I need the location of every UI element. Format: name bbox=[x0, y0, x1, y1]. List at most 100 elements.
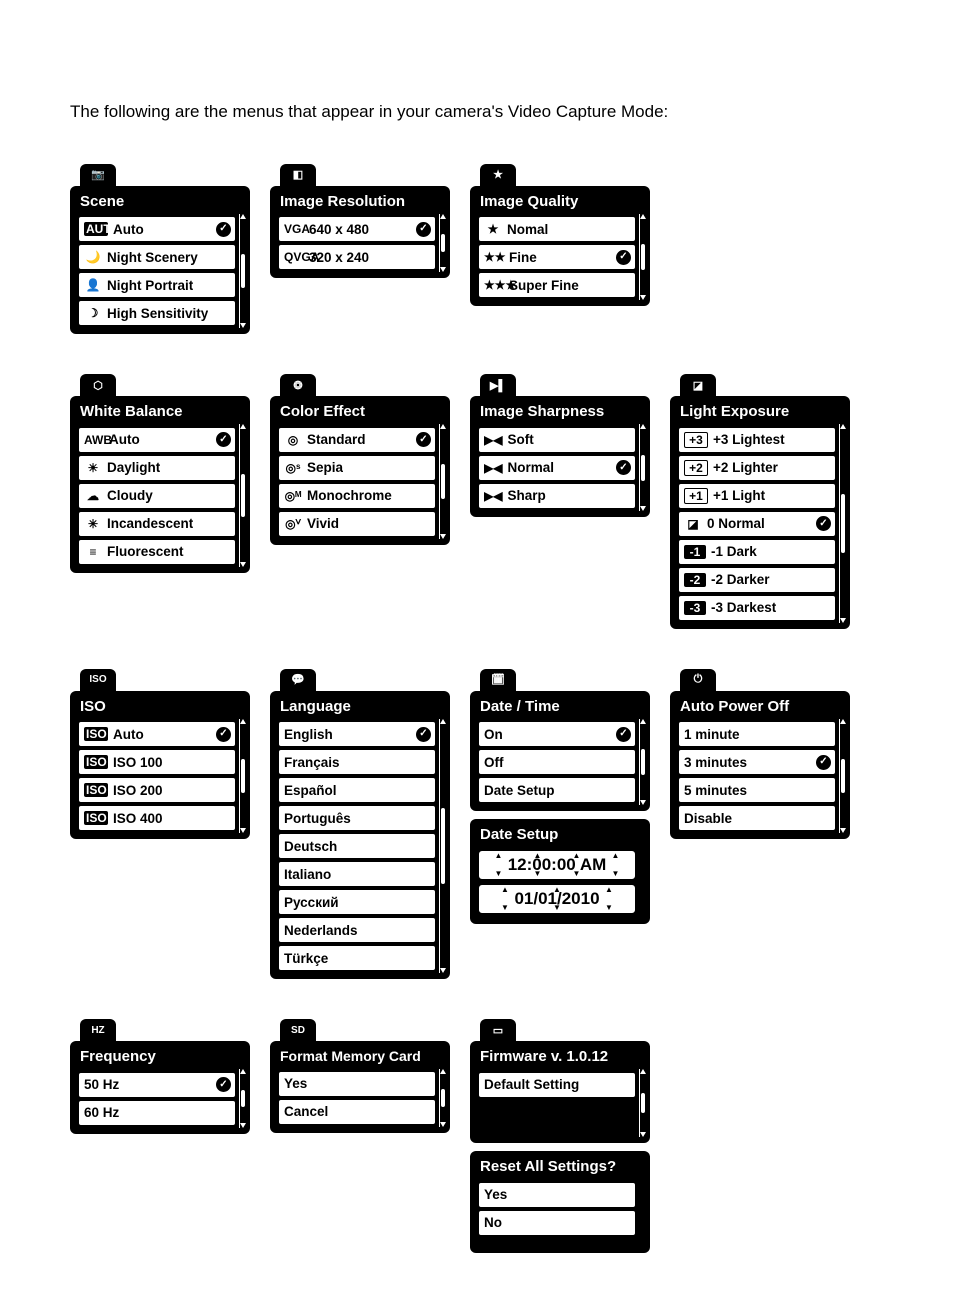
menu-firmware: ▭ Firmware v. 1.0.12 Default Setting bbox=[470, 1019, 650, 1143]
menu-scene: 📷 Scene AUTOAuto✓🌙Night Scenery👤Night Po… bbox=[70, 164, 260, 335]
option-label: ISO 200 bbox=[113, 783, 163, 798]
menu-item[interactable]: ISOISO 200 bbox=[78, 777, 236, 803]
menu-reset-all: Reset All Settings? Yes No bbox=[470, 1151, 650, 1253]
option-label: Date Setup bbox=[484, 783, 555, 798]
option-icon: ISO bbox=[84, 811, 108, 825]
menu-item[interactable]: Disable bbox=[678, 805, 836, 831]
menu-date-time: 🗓 Date / Time On✓OffDate Setup bbox=[470, 669, 650, 812]
menu-title: Image Resolution bbox=[278, 192, 446, 217]
option-label: Monochrome bbox=[307, 488, 392, 503]
menu-item[interactable]: AWBAuto✓ bbox=[78, 427, 236, 453]
menu-item[interactable]: +2+2 Lighter bbox=[678, 455, 836, 481]
menu-item[interactable]: Português bbox=[278, 805, 436, 831]
menu-item[interactable]: ◪0 Normal✓ bbox=[678, 511, 836, 537]
menu-item[interactable]: 3 minutes✓ bbox=[678, 749, 836, 775]
menu-item[interactable]: ISOAuto✓ bbox=[78, 721, 236, 747]
scrollbar[interactable] bbox=[639, 1069, 646, 1137]
menu-item[interactable]: ☁Cloudy bbox=[78, 483, 236, 509]
option-label: ISO 100 bbox=[113, 755, 163, 770]
option-label: Auto bbox=[113, 222, 144, 237]
menu-item[interactable]: 50 Hz✓ bbox=[78, 1072, 236, 1098]
scrollbar[interactable] bbox=[239, 424, 246, 567]
menu-item[interactable]: ✳Incandescent bbox=[78, 511, 236, 537]
menu-item[interactable]: Yes bbox=[478, 1182, 636, 1208]
menu-item[interactable]: English✓ bbox=[278, 721, 436, 747]
menu-item[interactable]: 5 minutes bbox=[678, 777, 836, 803]
scrollbar[interactable] bbox=[439, 214, 446, 273]
menu-title: Image Sharpness bbox=[478, 402, 646, 427]
option-label: 0 Normal bbox=[707, 516, 765, 531]
scrollbar[interactable] bbox=[439, 424, 446, 539]
menu-item[interactable]: ☽High Sensitivity bbox=[78, 300, 236, 326]
menu-item[interactable]: 1 minute bbox=[678, 721, 836, 747]
menu-item[interactable]: -3-3 Darkest bbox=[678, 595, 836, 621]
menu-item[interactable]: ◎ⱽVivid bbox=[278, 511, 436, 537]
scrollbar[interactable] bbox=[639, 424, 646, 511]
time-spinner[interactable]: ▲▲▲▲ 12:00:00 AM ▼▼▼▼ bbox=[478, 850, 636, 880]
menu-title: Language bbox=[278, 697, 446, 722]
menu-item[interactable]: 👤Night Portrait bbox=[78, 272, 236, 298]
menu-item[interactable]: On✓ bbox=[478, 721, 636, 747]
menu-item[interactable]: ◎Standard✓ bbox=[278, 427, 436, 453]
menu-item[interactable]: AUTOAuto✓ bbox=[78, 216, 236, 242]
scrollbar[interactable] bbox=[239, 214, 246, 329]
menu-item[interactable]: Italiano bbox=[278, 861, 436, 887]
menu-item[interactable]: ▶◀Sharp bbox=[478, 483, 636, 509]
scrollbar[interactable] bbox=[839, 719, 846, 834]
menu-item[interactable]: -2-2 Darker bbox=[678, 567, 836, 593]
menu-item[interactable]: +1+1 Light bbox=[678, 483, 836, 509]
menu-item[interactable]: Español bbox=[278, 777, 436, 803]
option-label: Night Portrait bbox=[107, 278, 193, 293]
menu-item[interactable]: Français bbox=[278, 749, 436, 775]
date-spinner[interactable]: ▲▲▲ 01/01/2010 ▼▼▼ bbox=[478, 884, 636, 914]
scrollbar[interactable] bbox=[239, 719, 246, 834]
scrollbar[interactable] bbox=[439, 1069, 446, 1126]
option-label: Fluorescent bbox=[107, 544, 184, 559]
menu-item[interactable]: ★Nomal bbox=[478, 216, 636, 242]
scrollbar[interactable] bbox=[839, 424, 846, 623]
menu-item[interactable]: VGA640 x 480✓ bbox=[278, 216, 436, 242]
menu-item[interactable]: Yes bbox=[278, 1071, 436, 1097]
menu-item[interactable]: Nederlands bbox=[278, 917, 436, 943]
menu-item[interactable]: Cancel bbox=[278, 1099, 436, 1125]
menu-date-column: 🗓 Date / Time On✓OffDate Setup Date Setu… bbox=[470, 669, 660, 924]
menu-firmware-column: ▭ Firmware v. 1.0.12 Default Setting Res… bbox=[470, 1019, 660, 1253]
menu-item[interactable]: ◎ᴹMonochrome bbox=[278, 483, 436, 509]
menu-title: Reset All Settings? bbox=[478, 1157, 646, 1182]
menu-item[interactable]: ☀Daylight bbox=[78, 455, 236, 481]
menu-item[interactable]: Date Setup bbox=[478, 777, 636, 803]
menu-item[interactable]: -1-1 Dark bbox=[678, 539, 836, 565]
menu-item[interactable]: +3+3 Lightest bbox=[678, 427, 836, 453]
menu-item[interactable]: ≡Fluorescent bbox=[78, 539, 236, 565]
scrollbar[interactable] bbox=[439, 719, 446, 974]
menu-title: Light Exposure bbox=[678, 402, 846, 427]
menu-item[interactable]: Default Setting bbox=[478, 1072, 636, 1098]
option-label: Disable bbox=[684, 811, 732, 826]
menu-item[interactable]: Off bbox=[478, 749, 636, 775]
menu-item[interactable]: Deutsch bbox=[278, 833, 436, 859]
option-label: ISO 400 bbox=[113, 811, 163, 826]
scrollbar[interactable] bbox=[639, 214, 646, 301]
option-icon: VGA bbox=[284, 222, 304, 236]
menu-item[interactable]: ★★Fine✓ bbox=[478, 244, 636, 270]
menu-item[interactable]: ★★★Super Fine bbox=[478, 272, 636, 298]
menu-item[interactable]: Русский bbox=[278, 889, 436, 915]
scrollbar[interactable] bbox=[239, 1069, 246, 1128]
menu-item[interactable]: ◎ˢSepia bbox=[278, 455, 436, 481]
menu-items: YesCancel bbox=[278, 1071, 446, 1125]
menu-item[interactable]: 60 Hz bbox=[78, 1100, 236, 1126]
menu-item[interactable]: ▶◀Normal✓ bbox=[478, 455, 636, 481]
option-label: No bbox=[484, 1215, 502, 1230]
menu-item[interactable]: ISOISO 100 bbox=[78, 749, 236, 775]
menu-item[interactable]: ISO ISO 400 bbox=[78, 805, 236, 831]
option-label: 1 minute bbox=[684, 727, 740, 742]
menu-item[interactable]: QVGA320 x 240 bbox=[278, 244, 436, 270]
menu-item[interactable]: No bbox=[478, 1210, 636, 1236]
menu-item[interactable]: 🌙Night Scenery bbox=[78, 244, 236, 270]
menu-items: AWBAuto✓☀Daylight☁Cloudy✳Incandescent≡Fl… bbox=[78, 427, 246, 565]
scrollbar[interactable] bbox=[639, 719, 646, 806]
menu-item[interactable]: Türkçe bbox=[278, 945, 436, 971]
menu-item[interactable]: ▶◀Soft bbox=[478, 427, 636, 453]
menu-items: ▶◀Soft▶◀Normal✓▶◀Sharp bbox=[478, 427, 646, 509]
option-label: +2 Lighter bbox=[713, 460, 778, 475]
